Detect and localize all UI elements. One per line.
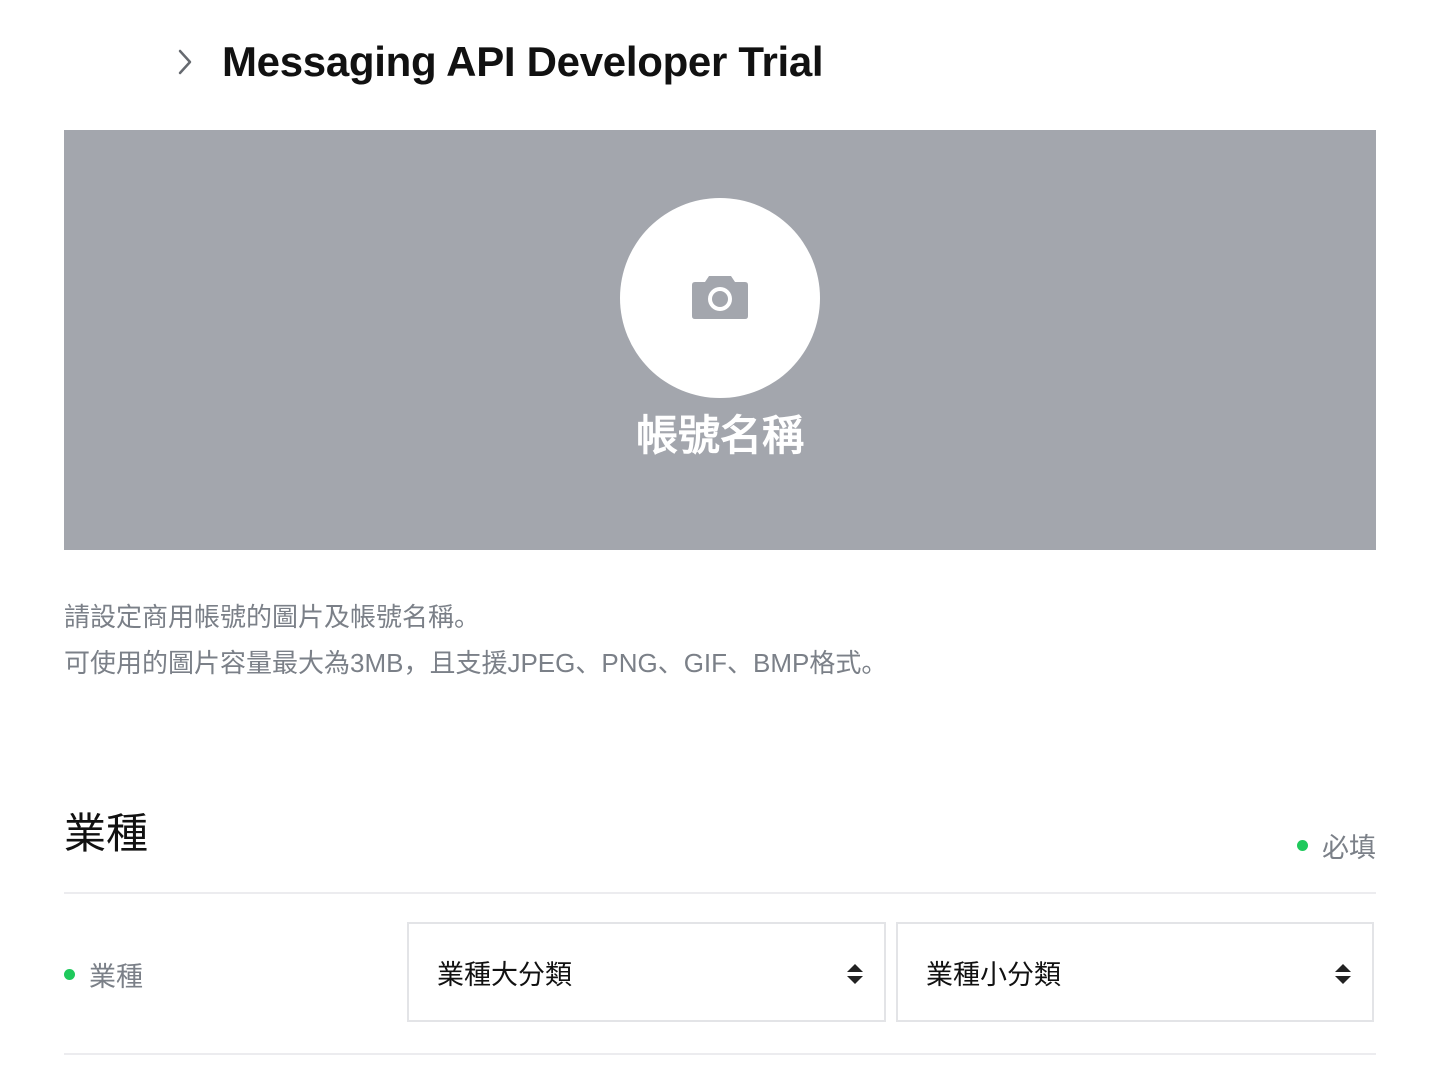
industry-minor-value: 業種小分類 bbox=[926, 959, 1061, 990]
image-guidelines: 請設定商用帳號的圖片及帳號名稱。 可使用的圖片容量最大為3MB，且支援JPEG、… bbox=[64, 594, 887, 686]
industry-major-select[interactable]: 業種大分類 bbox=[407, 922, 886, 1022]
page: Messaging API Developer Trial 帳號名稱 請設定商用… bbox=[0, 0, 1456, 1070]
sort-arrows-icon bbox=[846, 961, 864, 984]
divider bbox=[64, 892, 1376, 894]
industry-major-value: 業種大分類 bbox=[437, 959, 572, 990]
page-title: Messaging API Developer Trial bbox=[222, 38, 824, 85]
industry-label-text: 業種 bbox=[89, 962, 143, 992]
cover-image-area[interactable]: 帳號名稱 bbox=[64, 130, 1376, 550]
industry-field-label: 業種 bbox=[64, 955, 143, 994]
section-title: 業種 bbox=[64, 810, 149, 857]
sort-arrows-icon bbox=[1334, 961, 1352, 984]
guideline-line-2: 可使用的圖片容量最大為3MB，且支援JPEG、PNG、GIF、BMP格式。 bbox=[64, 648, 888, 678]
industry-minor-select[interactable]: 業種小分類 bbox=[896, 922, 1374, 1022]
chevron-right-icon[interactable] bbox=[170, 47, 200, 77]
required-indicator: 必填 bbox=[1297, 826, 1376, 865]
required-label: 必填 bbox=[1322, 833, 1376, 863]
breadcrumb: Messaging API Developer Trial bbox=[170, 38, 824, 86]
profile-image-upload[interactable] bbox=[620, 198, 820, 398]
required-dot-icon bbox=[64, 969, 75, 980]
required-dot-icon bbox=[1297, 840, 1308, 851]
divider bbox=[64, 1053, 1376, 1055]
camera-icon bbox=[691, 272, 749, 325]
account-name-input[interactable]: 帳號名稱 bbox=[64, 402, 1376, 463]
guideline-line-1: 請設定商用帳號的圖片及帳號名稱。 bbox=[64, 602, 481, 632]
